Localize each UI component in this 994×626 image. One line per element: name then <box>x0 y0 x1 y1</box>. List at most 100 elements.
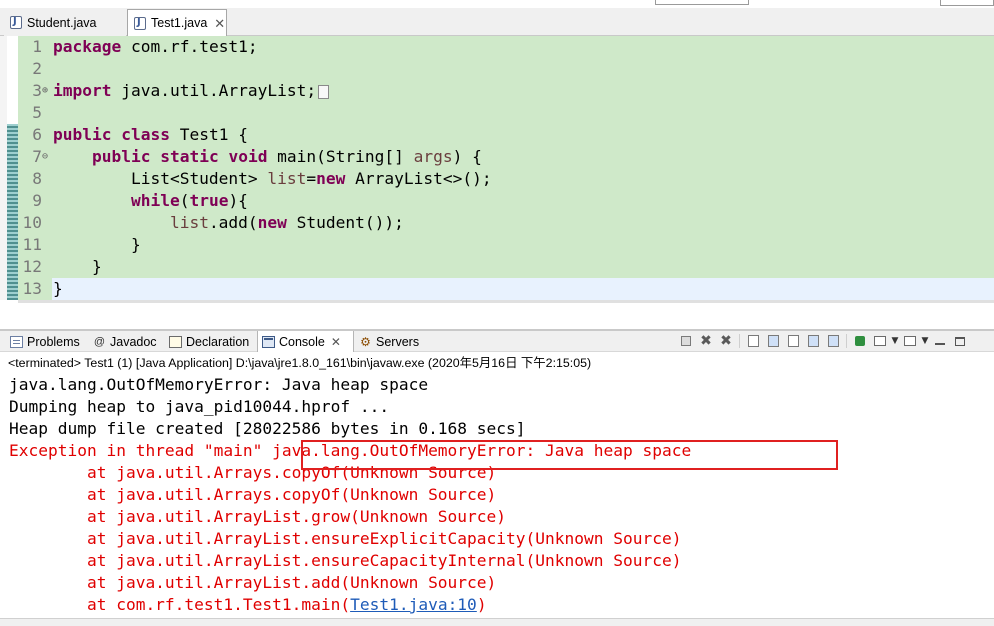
quick-access-field[interactable] <box>655 0 749 5</box>
code-token: List<Student> <box>53 169 268 188</box>
code-text: public static void main(String[] args) { <box>53 146 482 168</box>
tab-label: Problems <box>27 334 80 349</box>
code-text: public class Test1 { <box>53 124 248 146</box>
code-token: ( <box>179 191 190 210</box>
highlight-annotation-box <box>301 440 838 470</box>
keyword-token: static <box>160 147 219 166</box>
display-console-button[interactable] <box>870 333 890 349</box>
code-token: java.util.ArrayList; <box>111 81 317 100</box>
code-token: } <box>53 235 141 254</box>
minimize-button[interactable] <box>930 333 950 349</box>
collapse-fold-icon[interactable]: ⊖ <box>42 146 48 168</box>
open-console-button[interactable] <box>900 333 920 349</box>
remove-all-icon: ✖ <box>720 333 732 349</box>
console-error-line: at java.util.ArrayList.ensureCapacityInt… <box>9 551 682 570</box>
horizontal-scrollbar[interactable] <box>18 300 994 303</box>
line-number: 1 <box>32 37 42 56</box>
keyword-token: package <box>53 37 122 56</box>
expand-fold-icon[interactable]: ⊕ <box>42 80 48 102</box>
display-console-dropdown[interactable]: ▼ <box>890 333 900 349</box>
tab-student-java[interactable]: Student.java <box>4 9 126 36</box>
toolbar-separator <box>739 334 740 348</box>
code-text: list.add(new Student()); <box>53 212 404 234</box>
minimize-icon <box>935 343 945 345</box>
line-number: 12 <box>22 257 43 276</box>
console-output-line: java.lang.OutOfMemoryError: Java heap sp… <box>9 375 429 394</box>
code-line[interactable]: 13} <box>0 278 994 300</box>
keyword-token: public <box>91 147 151 166</box>
code-line[interactable]: 11 } <box>0 234 994 256</box>
code-line[interactable]: 7 ⊖ public static void main(String[] args… <box>0 146 994 168</box>
code-line[interactable]: 12 } <box>0 256 994 278</box>
tab-javadoc[interactable]: @ Javadoc <box>89 331 165 352</box>
word-wrap-button[interactable] <box>783 333 803 349</box>
tab-test1-java[interactable]: Test1.java ✕ <box>127 9 227 36</box>
stack-prefix: at com.rf.test1.Test1.main( <box>9 595 351 614</box>
remove-all-terminated-button[interactable]: ✖ <box>716 333 736 349</box>
code-token: Student()); <box>286 213 404 232</box>
source-link[interactable]: Test1.java:10 <box>350 595 477 614</box>
tab-label: Javadoc <box>110 334 157 349</box>
code-token: ArrayList<>(); <box>345 169 492 188</box>
tab-problems[interactable]: Problems <box>6 331 89 352</box>
chevron-down-icon: ▼ <box>891 336 899 346</box>
line-number: 6 <box>32 125 42 144</box>
open-console-icon <box>904 336 916 346</box>
code-line[interactable]: 3 ⊕ import java.util.ArrayList; <box>0 80 994 102</box>
stderr-icon <box>827 335 839 347</box>
scroll-lock-button[interactable] <box>763 333 783 349</box>
tab-servers[interactable]: ⚙ Servers <box>355 331 425 352</box>
console-horizontal-scrollbar[interactable] <box>0 618 994 626</box>
remove-launch-button[interactable]: ✖ <box>696 333 716 349</box>
tab-label: Test1.java <box>151 16 208 30</box>
line-number: 10 <box>22 213 43 232</box>
open-console-dropdown[interactable]: ▼ <box>920 333 930 349</box>
close-icon[interactable]: ✕ <box>331 335 341 349</box>
code-line[interactable]: 1 package com.rf.test1; <box>0 36 994 58</box>
code-line[interactable]: 8 List<Student> list=new ArrayList<>(); <box>0 168 994 190</box>
stack-suffix: ) <box>476 595 487 614</box>
word-wrap-icon <box>787 335 799 347</box>
tab-label: Console <box>279 334 325 349</box>
code-token: ){ <box>228 191 248 210</box>
show-stdout-button[interactable] <box>803 333 823 349</box>
close-icon[interactable]: ✕ <box>214 17 225 30</box>
console-output-line: Heap dump file created [28022586 bytes i… <box>9 419 526 438</box>
code-token: .add( <box>208 213 258 232</box>
toolbar-strip <box>0 0 994 8</box>
code-line[interactable]: 5 <box>0 102 994 124</box>
code-text: } <box>53 278 63 300</box>
console-error-line: at com.rf.test1.Test1.main(Test1.java:10… <box>9 594 487 616</box>
code-token: } <box>53 279 63 298</box>
code-token: com.rf.test1; <box>121 37 258 56</box>
code-token: ) { <box>452 147 482 166</box>
code-text: while(true){ <box>53 190 248 212</box>
clear-console-button[interactable] <box>743 333 763 349</box>
tab-console[interactable]: Console ✕ <box>257 331 354 352</box>
terminate-button[interactable] <box>676 333 696 349</box>
perspective-switcher[interactable] <box>940 0 994 6</box>
folded-imports-marker[interactable] <box>318 84 330 99</box>
console-error-line: at java.util.Arrays.copyOf(Unknown Sourc… <box>9 485 497 504</box>
show-stderr-button[interactable] <box>823 333 843 349</box>
line-number: 8 <box>32 169 42 188</box>
keyword-token: import <box>53 81 112 100</box>
tab-declaration[interactable]: Declaration <box>165 331 257 352</box>
console-icon <box>262 335 275 348</box>
pin-console-button[interactable] <box>850 333 870 349</box>
code-token: main(String[] <box>267 147 414 166</box>
variable-token: list <box>267 169 307 188</box>
code-line[interactable]: 6 public class Test1 { <box>0 124 994 146</box>
maximize-button[interactable] <box>950 333 970 349</box>
problems-icon <box>10 335 23 348</box>
code-line[interactable]: 9 while(true){ <box>0 190 994 212</box>
code-text: package com.rf.test1; <box>53 36 258 58</box>
code-line[interactable]: 10 list.add(new Student()); <box>0 212 994 234</box>
line-number: 3 <box>32 81 42 100</box>
keyword-token: true <box>189 191 229 210</box>
code-line[interactable]: 2 <box>0 58 994 80</box>
